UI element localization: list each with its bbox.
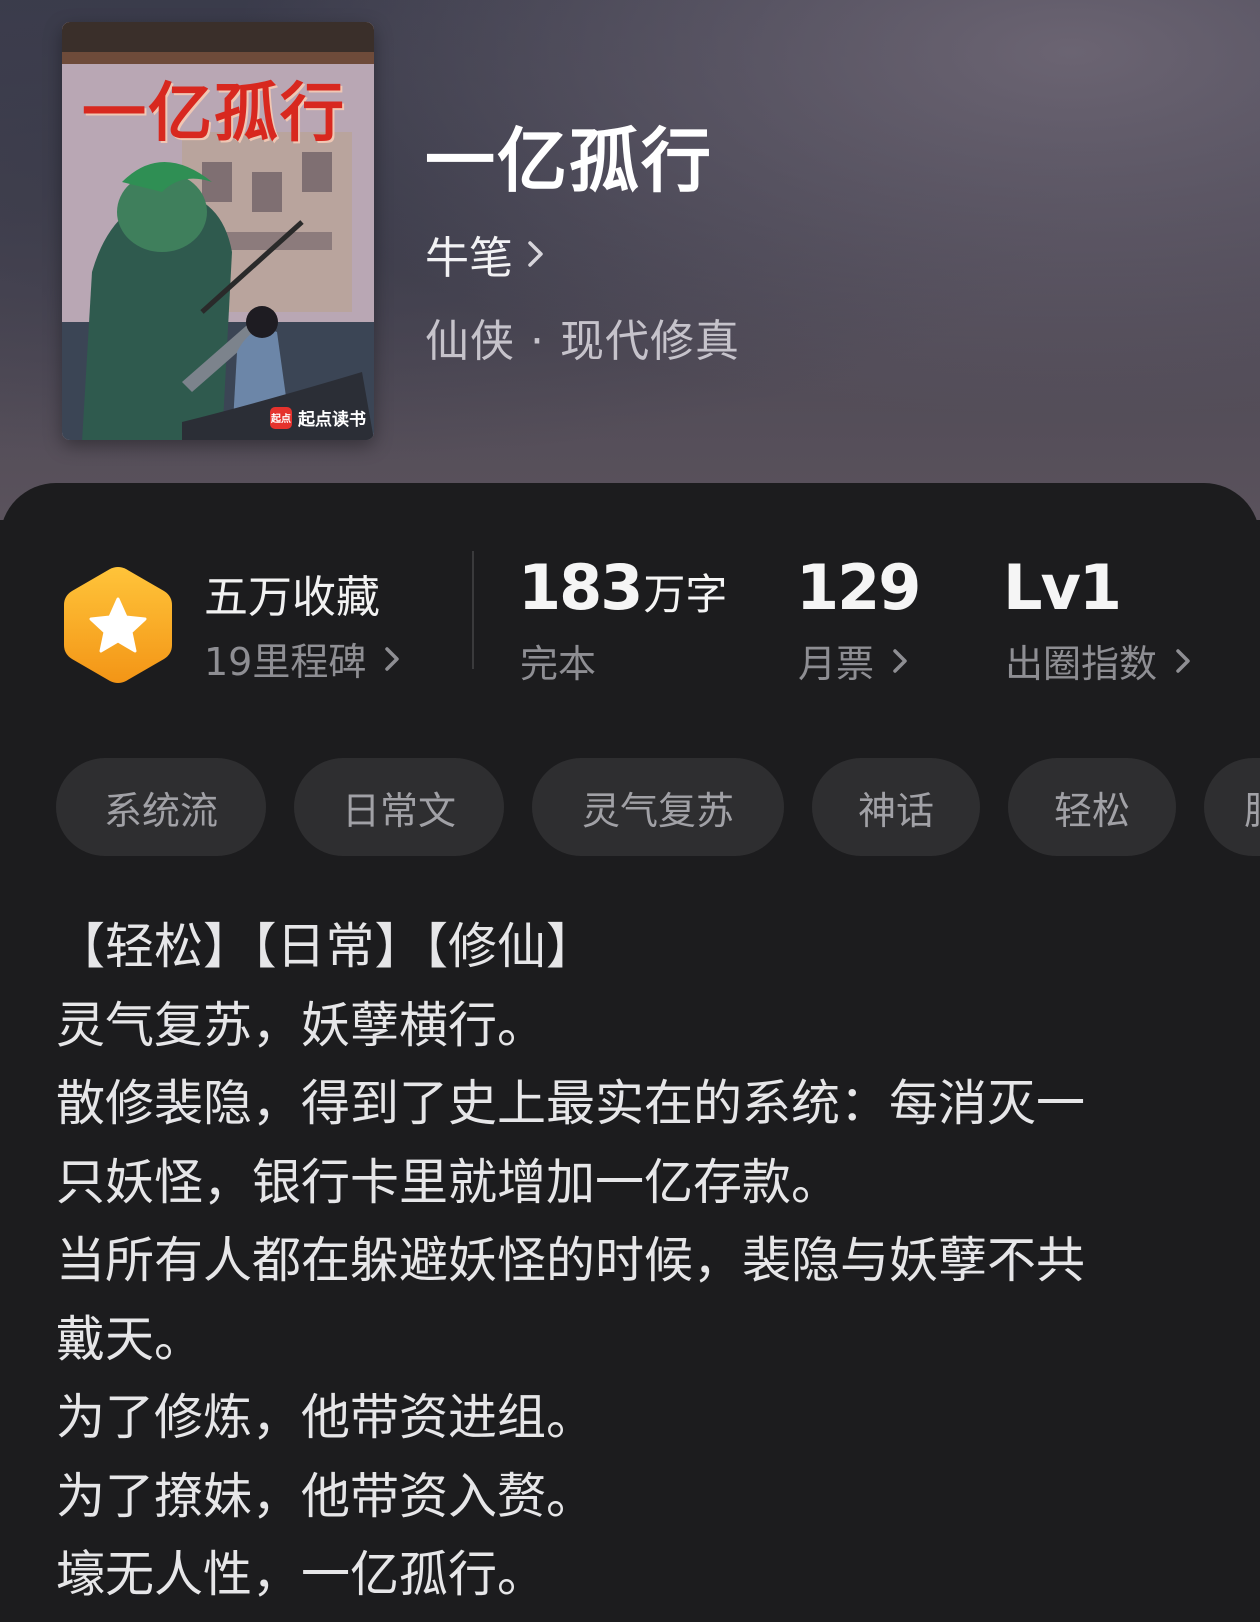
tag-chip[interactable]: 轻松 bbox=[1008, 758, 1176, 856]
book-description: 【轻松】【日常】【修仙】 灵气复苏，妖孽横行。 散修裴隐，得到了史上最实在的系统… bbox=[56, 908, 1216, 1615]
book-status: 完本 bbox=[520, 642, 597, 686]
description-line: 戴天。 bbox=[56, 1310, 204, 1368]
book-cover-image[interactable]: 一亿孤行 起点 起点读书 bbox=[62, 22, 374, 440]
stats-divider bbox=[472, 551, 474, 669]
tag-chip[interactable]: 系统流 bbox=[56, 758, 266, 856]
description-line: 为了撩妹，他带资入赘。 bbox=[56, 1467, 596, 1525]
book-title: 一亿孤行 bbox=[425, 119, 713, 202]
cover-publisher-badge: 起点 起点读书 bbox=[270, 405, 366, 430]
book-detail-card: 五万收藏 19里程碑 183万字 完本 129 月票 Lv1 出圈指数 系统流 … bbox=[0, 483, 1260, 1622]
tag-chip[interactable]: 灵气复苏 bbox=[532, 758, 784, 856]
tag-chip[interactable]: 神话 bbox=[812, 758, 980, 856]
breakout-index-link[interactable]: 出圈指数 bbox=[1005, 633, 1191, 688]
chevron-right-icon bbox=[528, 241, 543, 267]
description-line: 【轻松】【日常】【修仙】 bbox=[56, 918, 596, 975]
milestone-link[interactable]: 19里程碑 bbox=[204, 631, 400, 686]
breakout-index-label: 出圈指数 bbox=[1005, 642, 1158, 686]
description-line: 散修裴隐，得到了史上最实在的系统：每消灭一 bbox=[56, 1075, 1086, 1132]
description-line: 当所有人都在躲避妖怪的时候，裴隐与妖孽不共 bbox=[56, 1232, 1086, 1289]
cover-title-text: 一亿孤行 bbox=[82, 76, 346, 151]
tag-chip[interactable]: 肥 bbox=[1204, 758, 1260, 856]
description-line: 只妖怪，银行卡里就增加一亿存款。 bbox=[56, 1153, 841, 1211]
monthly-tickets-label: 月票 bbox=[798, 642, 875, 686]
word-count-unit: 万字 bbox=[643, 570, 728, 619]
description-line: 为了修炼，他带资进组。 bbox=[56, 1389, 596, 1446]
description-line: 灵气复苏，妖孽横行。 bbox=[56, 996, 547, 1054]
qidian-logo-icon: 起点 bbox=[270, 406, 292, 429]
milestone-title: 五万收藏 bbox=[204, 572, 380, 623]
monthly-tickets-link[interactable]: 月票 bbox=[798, 633, 908, 688]
chevron-right-icon bbox=[893, 648, 907, 673]
book-genre: 仙侠 · 现代修真 bbox=[425, 316, 740, 367]
cover-publisher: 起点读书 bbox=[298, 410, 366, 430]
milestone-sub: 19里程碑 bbox=[204, 640, 367, 684]
word-count-value: 183 bbox=[518, 551, 643, 624]
tag-chip[interactable]: 日常文 bbox=[294, 758, 504, 856]
tag-list: 系统流 日常文 灵气复苏 神话 轻松 肥 bbox=[56, 758, 1260, 858]
monthly-tickets-value: 129 bbox=[796, 551, 921, 624]
chevron-right-icon bbox=[385, 646, 400, 671]
book-header: 一亿孤行 起点 起点读书 一亿孤行 牛笔 仙侠 · 现代修真 bbox=[0, 0, 1260, 520]
chevron-right-icon bbox=[1176, 648, 1190, 673]
author-name: 牛笔 bbox=[425, 233, 513, 284]
milestone-star-badge-icon bbox=[64, 567, 172, 683]
author-link[interactable]: 牛笔 bbox=[425, 222, 545, 286]
description-line: 壕无人性，一亿孤行。 bbox=[56, 1546, 547, 1603]
word-count: 183万字 bbox=[518, 551, 727, 624]
breakout-level: Lv1 bbox=[1003, 551, 1122, 624]
